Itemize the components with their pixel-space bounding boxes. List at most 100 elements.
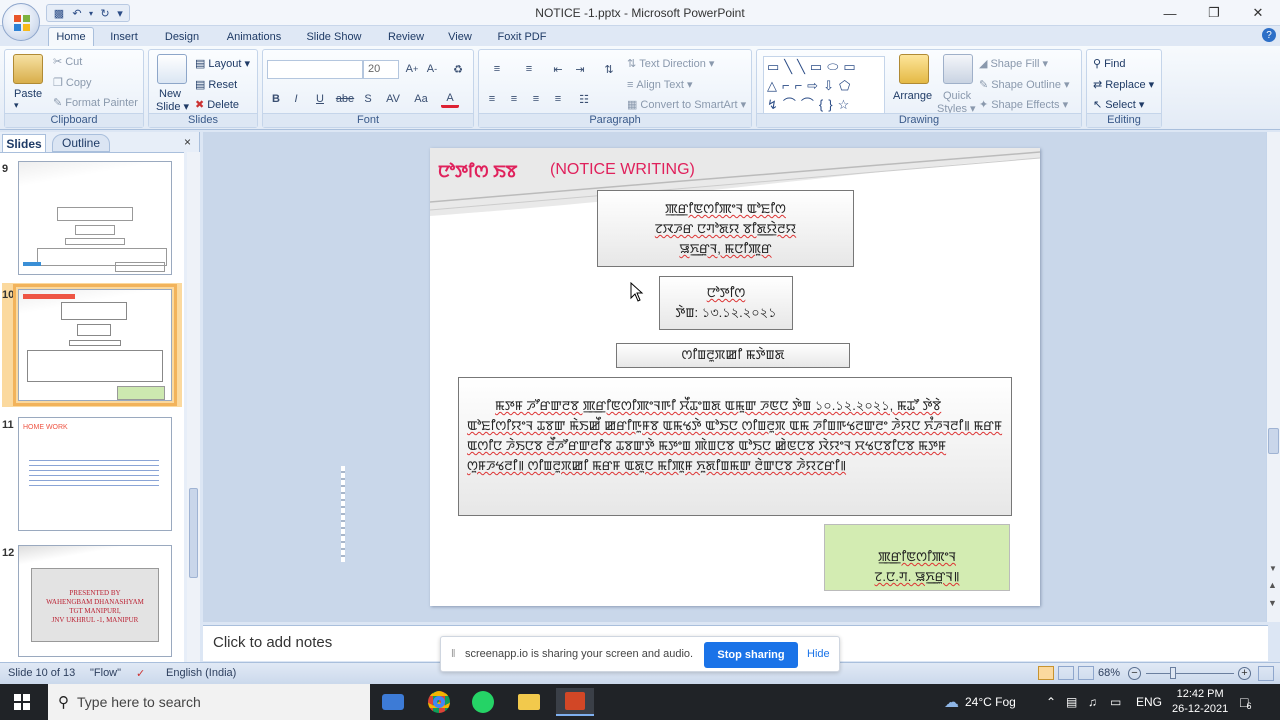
delete-button[interactable]: ✖ Delete xyxy=(195,98,239,112)
clear-formatting-icon[interactable]: ♻ xyxy=(449,60,467,78)
numbering-icon[interactable]: ≡ xyxy=(515,60,543,78)
redo-icon[interactable]: ↻ xyxy=(97,5,113,21)
tab-home[interactable]: Home xyxy=(48,27,94,46)
bullets-icon[interactable]: ≡ xyxy=(483,60,511,78)
align-right-icon[interactable]: ≡ xyxy=(527,90,545,108)
tab-design[interactable]: Design xyxy=(158,27,206,46)
reset-button[interactable]: ▤ Reset xyxy=(195,78,237,92)
text-direction-button[interactable]: ⇅ Text Direction ▾ xyxy=(627,57,714,70)
line-spacing-icon[interactable]: ⇅ xyxy=(595,60,623,78)
copy-button[interactable]: ❐ Copy xyxy=(53,76,92,90)
taskbar-search-box[interactable]: ⚲ Type here to search xyxy=(48,684,370,720)
font-name-combo[interactable] xyxy=(267,60,363,79)
battery-icon[interactable]: ▭ xyxy=(1110,684,1121,720)
zoom-in-icon[interactable]: + xyxy=(1238,667,1251,680)
align-text-button[interactable]: ≡ Align Text ▾ xyxy=(627,78,693,92)
decrease-indent-icon[interactable]: ⇤ xyxy=(549,60,567,78)
shape-outline-button[interactable]: ✎ Shape Outline ▾ xyxy=(979,78,1070,91)
current-slide[interactable]: ꯅꯣꯇꯤꯁ ꯏꯕ (NOTICE WRITING) ꯄ꯭ꯔꯤꯟꯁꯤꯄꯦꯜ ꯑꯣꯐ… xyxy=(430,148,1040,606)
normal-view-icon[interactable] xyxy=(1038,666,1054,680)
zoom-out-icon[interactable]: − xyxy=(1128,667,1141,680)
weather-widget[interactable]: ☁ 24°C Fog xyxy=(944,684,1016,720)
quick-styles-button[interactable]: Quick xyxy=(943,90,971,102)
next-slide-icon[interactable]: ▼ xyxy=(1268,598,1277,608)
clock[interactable]: 12:42 PM 26-12-2021 xyxy=(1172,684,1228,720)
columns-icon[interactable]: ☷ xyxy=(575,90,593,108)
strikethrough-icon[interactable]: abe xyxy=(333,90,357,108)
format-painter-button[interactable]: ✎ Format Painter xyxy=(53,96,138,110)
zoom-slider[interactable] xyxy=(1146,673,1234,674)
paste-icon[interactable] xyxy=(13,54,43,84)
layout-button[interactable]: ▤ Layout ▾ xyxy=(195,57,250,70)
slide-thumbnail-10[interactable] xyxy=(13,284,177,406)
increase-indent-icon[interactable]: ⇥ xyxy=(571,60,589,78)
align-center-icon[interactable]: ≡ xyxy=(505,90,523,108)
tab-slide-show[interactable]: Slide Show xyxy=(300,27,368,46)
file-explorer-icon[interactable] xyxy=(510,688,548,716)
powerpoint-icon[interactable] xyxy=(556,688,594,716)
font-color-icon[interactable]: A xyxy=(441,90,459,108)
bold-icon[interactable]: B xyxy=(267,90,285,108)
tab-foxit-pdf[interactable]: Foxit PDF xyxy=(492,27,552,46)
stop-sharing-button[interactable]: Stop sharing xyxy=(704,642,798,668)
underline-icon[interactable]: U xyxy=(311,90,329,108)
app-tile-icon[interactable] xyxy=(374,688,412,716)
signature-box[interactable]: ꯄ꯭ꯔꯤꯟꯁꯤꯄꯦꯜ ꯖ.ꯅ.ꯚ. ꯎꯈ꯭ꯔꯨꯜ꯫ xyxy=(824,524,1010,591)
input-language[interactable]: ENG xyxy=(1136,684,1162,720)
spell-check-icon[interactable]: ✓ xyxy=(136,667,145,680)
zoom-slider-thumb[interactable] xyxy=(1170,667,1176,679)
cut-button[interactable]: ✂ Cut xyxy=(53,55,82,69)
select-button[interactable]: ↖ Select ▾ xyxy=(1093,98,1144,111)
drag-handle-icon[interactable]: ‖ xyxy=(451,648,456,660)
chrome-icon[interactable] xyxy=(420,688,458,716)
tab-slides[interactable]: Slides xyxy=(2,134,46,152)
save-icon[interactable]: ▩ xyxy=(51,5,67,21)
network-icon[interactable]: ▤ xyxy=(1066,684,1077,720)
notes-placeholder[interactable]: Click to add notes xyxy=(213,634,332,651)
font-size-combo[interactable]: 20 xyxy=(363,60,399,79)
hide-sharebar-button[interactable]: Hide xyxy=(807,648,830,660)
whatsapp-icon[interactable] xyxy=(464,688,502,716)
office-address-box[interactable]: ꯄ꯭ꯔꯤꯟꯁꯤꯄꯦꯜ ꯑꯣꯐꯤꯁ ꯖꯋꯍꯔ ꯅꯚꯣꯗꯌ ꯕꯤꯗ꯭ꯌꯥꯂꯌ ꯎꯈ꯭… xyxy=(597,190,854,267)
tab-outline[interactable]: Outline xyxy=(52,134,110,152)
previous-slide-icon[interactable]: ▲ xyxy=(1268,580,1277,590)
new-slide-button[interactable]: New xyxy=(159,88,181,100)
notice-body-box[interactable]: ꯃꯇꯝ ꯍꯧꯔꯛꯂꯕ ꯄ꯭ꯔꯤꯟꯁꯤꯄꯦꯜꯒꯤ ꯆꯩꯊꯦꯡꯗ ꯑꯃꯨꯛ ꯍꯟꯅ … xyxy=(458,377,1012,516)
shapes-gallery[interactable]: ▭╲╲▭⬭▭ △⌐⌐⇨⇩⬠ ↯⌒⌒{}☆ xyxy=(763,56,885,114)
windows-start-icon[interactable] xyxy=(14,694,30,710)
convert-smartart-button[interactable]: ▦ Convert to SmartArt ▾ xyxy=(627,98,746,111)
character-spacing-icon[interactable]: AV xyxy=(381,90,405,108)
thumbnails-scrollbar[interactable] xyxy=(187,152,200,662)
tab-insert[interactable]: Insert xyxy=(102,27,146,46)
shrink-font-icon[interactable]: A- xyxy=(423,60,441,78)
thumbnails-scroll-thumb[interactable] xyxy=(189,488,198,578)
arrange-button[interactable]: Arrange xyxy=(893,90,932,102)
slide-thumbnail-12[interactable]: PRESENTED BY WAHENGBAM DHANASHYAM TGT MA… xyxy=(18,545,172,657)
slide-thumbnail-11[interactable]: HOME WORK xyxy=(18,417,172,531)
close-button[interactable]: ✕ xyxy=(1236,0,1280,26)
shape-fill-button[interactable]: ◢ Shape Fill ▾ xyxy=(979,57,1048,70)
scroll-down-icon[interactable]: ▼ xyxy=(1269,564,1277,573)
paste-dropdown-icon[interactable]: ▾ xyxy=(14,100,19,111)
volume-icon[interactable]: ♫ xyxy=(1088,684,1097,720)
change-case-icon[interactable]: Aa xyxy=(409,90,433,108)
language[interactable]: English (India) xyxy=(166,667,236,679)
paste-button[interactable]: Paste xyxy=(14,88,42,100)
find-button[interactable]: ⚲ Find xyxy=(1093,57,1125,71)
undo-dropdown-icon[interactable]: ▾ xyxy=(87,5,95,21)
office-button[interactable] xyxy=(2,3,40,41)
notification-center-icon[interactable]: □ 6 xyxy=(1240,684,1251,720)
shape-effects-button[interactable]: ✦ Shape Effects ▾ xyxy=(979,98,1068,111)
new-slide-dropdown[interactable]: Slide ▾ xyxy=(156,100,189,113)
customize-qat-icon[interactable]: ▾ xyxy=(115,5,125,21)
quick-styles-icon[interactable] xyxy=(943,54,973,84)
close-pane-icon[interactable]: × xyxy=(184,135,191,149)
align-left-icon[interactable]: ≡ xyxy=(483,90,501,108)
fit-slide-icon[interactable] xyxy=(1258,666,1274,681)
arrange-icon[interactable] xyxy=(899,54,929,84)
zoom-level[interactable]: 68% xyxy=(1098,667,1120,679)
help-icon[interactable]: ? xyxy=(1262,28,1276,42)
text-shadow-icon[interactable]: S xyxy=(359,90,377,108)
subject-box[interactable]: ꯁꯤꯡꯂꯨꯞꯀꯤ ꯃꯇꯥꯡꯗ xyxy=(616,343,850,368)
italic-icon[interactable]: I xyxy=(287,90,305,108)
